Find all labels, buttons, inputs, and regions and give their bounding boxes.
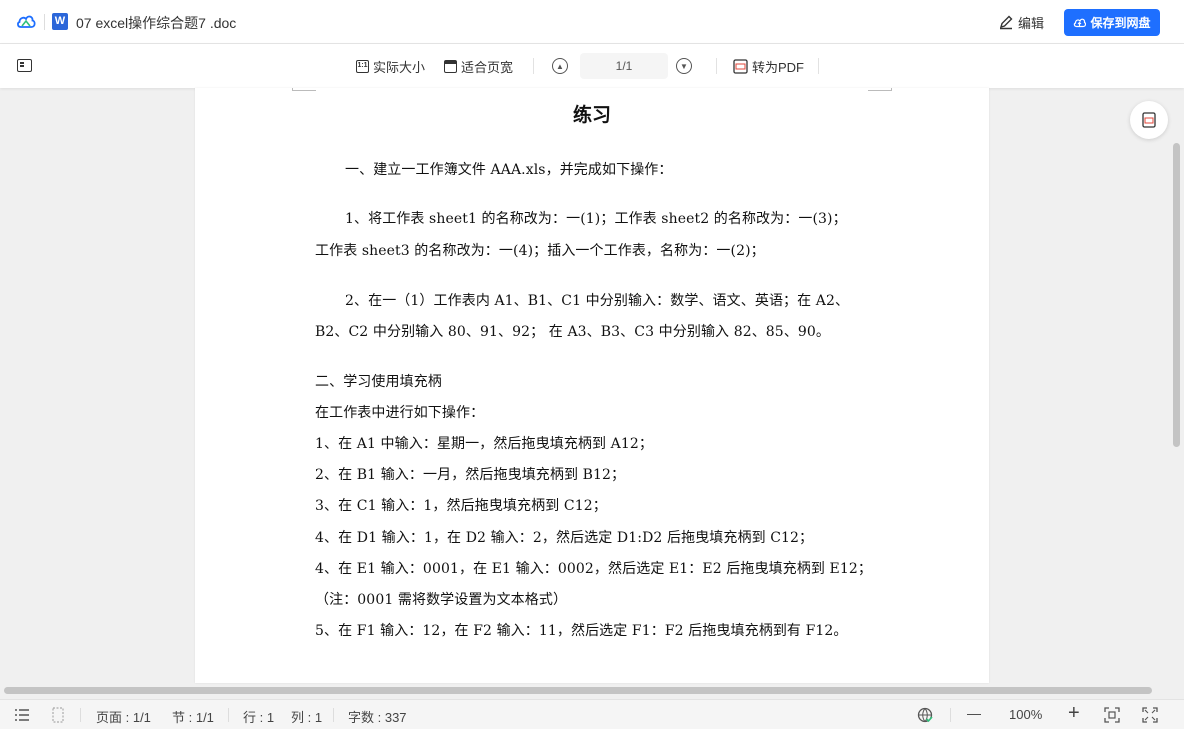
fit-screen-icon[interactable] [1104, 707, 1120, 723]
doc-paragraph-line: 2、在 B1 输入：一月，然后拖曳填充柄到 B12； [315, 467, 626, 483]
status-divider [950, 708, 951, 722]
status-divider [228, 708, 229, 722]
doc-paragraph-line: 一、建立一工作簿文件 AAA.xls，并完成如下操作： [345, 162, 673, 178]
edit-label: 编辑 [1018, 15, 1045, 31]
doc-paragraph-line: 1、在 A1 中输入：星期一，然后拖曳填充柄到 A12； [315, 436, 653, 452]
edit-button[interactable]: 编辑 [998, 12, 1044, 32]
globe-check-icon[interactable] [917, 707, 933, 723]
status-divider [80, 708, 81, 722]
actual-size-button[interactable]: 1:1 实际大小 [356, 57, 425, 75]
doc-paragraph-line: （注：0001 需将数学设置为文本格式） [315, 592, 568, 608]
cloud-upload-icon [1074, 18, 1087, 28]
doc-paragraph-line: 5、在 F1 输入：12，在 F2 输入：11，然后选定 F1：F2 后拖曳填充… [315, 623, 848, 639]
pdf-export-icon [1142, 112, 1156, 128]
doc-paragraph-line: 在工作表中进行如下操作： [315, 405, 485, 421]
doc-paragraph-line: 二、学习使用填充柄 [315, 374, 442, 390]
word-count: 字数 : 337 [348, 710, 407, 725]
status-bar: 页面 : 1/1 节 : 1/1 行 : 1 列 : 1 字数 : 337 — … [0, 699, 1184, 729]
section-indicator: 节 : 1/1 [172, 710, 214, 725]
status-divider [333, 708, 334, 722]
page-corner-mark [868, 88, 892, 91]
page-number-input[interactable] [580, 53, 668, 79]
save-label: 保存到网盘 [1090, 16, 1151, 30]
zoom-out-button[interactable]: — [967, 705, 981, 721]
page-break-icon[interactable] [51, 707, 65, 723]
chevron-down-icon: ▼ [680, 61, 688, 71]
convert-pdf-button[interactable]: 转为PDF [733, 57, 804, 75]
view-toolbar: 1:1 实际大小 适合页宽 ▲ ▼ 转为PDF [0, 44, 1184, 88]
doc-paragraph-line: 1、将工作表 sheet1 的名称改为：一(1)；工作表 sheet2 的名称改… [345, 211, 847, 227]
floating-pdf-button[interactable] [1130, 101, 1168, 139]
doc-paragraph-line: 4、在 D1 输入：1，在 D2 输入：2，然后选定 D1:D2 后拖曳填充柄到… [315, 530, 814, 546]
doc-paragraph-line: 工作表 sheet3 的名称改为：一(4)；插入一个工作表，名称为：一(2)； [315, 243, 765, 259]
save-to-cloud-button[interactable]: 保存到网盘 [1064, 9, 1160, 36]
column-indicator: 列 : 1 [291, 710, 323, 725]
convert-pdf-label: 转为PDF [752, 59, 805, 75]
horizontal-scrollbar[interactable] [4, 687, 1152, 694]
word-doc-icon: W [52, 13, 68, 30]
actual-size-label: 实际大小 [373, 59, 426, 75]
toolbar-divider [716, 58, 717, 74]
chevron-up-icon: ▲ [556, 61, 564, 71]
doc-paragraph-line: 3、在 C1 输入：1，然后拖曳填充柄到 C12； [315, 498, 607, 514]
page-corner-mark [292, 88, 316, 91]
zoom-in-button[interactable]: + [1068, 702, 1080, 725]
outline-list-icon[interactable] [14, 708, 30, 722]
document-heading: 练习 [572, 104, 611, 126]
row-indicator: 行 : 1 [243, 710, 275, 725]
doc-paragraph-line: B2、C2 中分别输入 80、91、92； 在 A3、B3、C3 中分别输入 8… [315, 324, 831, 340]
document-page[interactable]: 练习 一、建立一工作簿文件 AAA.xls，并完成如下操作： 1、将工作表 sh… [195, 88, 989, 683]
doc-paragraph-line: 2、在一（1）工作表内 A1、B1、C1 中分别输入：数学、语文、英语；在 A2… [345, 293, 850, 309]
prev-page-button[interactable]: ▲ [552, 58, 568, 74]
actual-size-icon: 1:1 [356, 59, 369, 73]
fit-width-button[interactable]: 适合页宽 [444, 57, 513, 75]
fit-width-label: 适合页宽 [461, 59, 514, 75]
zoom-level[interactable]: 100% [1009, 707, 1042, 722]
sidebar-toggle-icon[interactable] [17, 59, 32, 72]
next-page-button[interactable]: ▼ [676, 58, 692, 74]
fullscreen-icon[interactable] [1142, 707, 1158, 723]
fit-width-icon [444, 59, 457, 73]
pencil-icon [999, 15, 1013, 30]
document-title: 07 excel操作综合题7 .doc [76, 15, 237, 31]
cloud-logo-icon[interactable] [16, 13, 36, 29]
toolbar-divider [818, 58, 819, 74]
title-separator [44, 14, 45, 30]
toolbar-divider [533, 58, 534, 74]
title-bar: W 07 excel操作综合题7 .doc 编辑 保存到网盘 [0, 0, 1184, 44]
page-indicator: 页面 : 1/1 [96, 710, 151, 725]
pdf-icon [733, 58, 748, 74]
doc-paragraph-line: 4、在 E1 输入：0001，在 E1 输入：0002，然后选定 E1：E2 后… [315, 561, 872, 577]
vertical-scrollbar[interactable] [1173, 143, 1180, 447]
